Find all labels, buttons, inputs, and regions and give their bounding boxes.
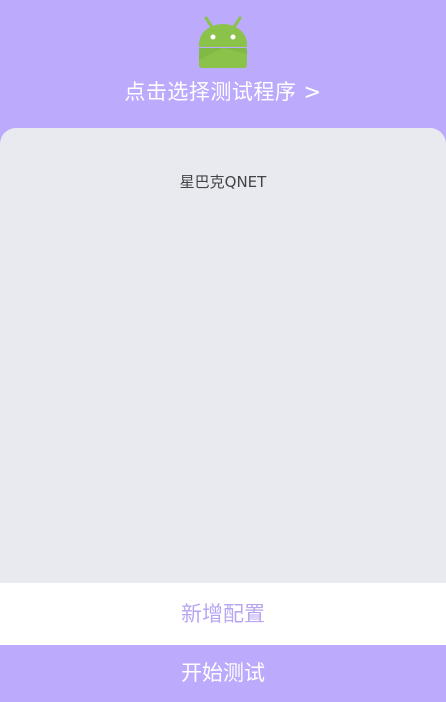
start-test-button[interactable]: 开始测试	[0, 645, 446, 702]
header: 点击选择测试程序 >	[0, 0, 446, 140]
list-item[interactable]: 星巴克QNET	[0, 168, 446, 196]
add-config-button[interactable]: 新增配置	[0, 583, 446, 645]
select-test-app-link[interactable]: 点击选择测试程序 >	[0, 74, 446, 110]
config-list: 星巴克QNET	[0, 128, 446, 584]
android-robot-icon[interactable]	[194, 14, 252, 70]
